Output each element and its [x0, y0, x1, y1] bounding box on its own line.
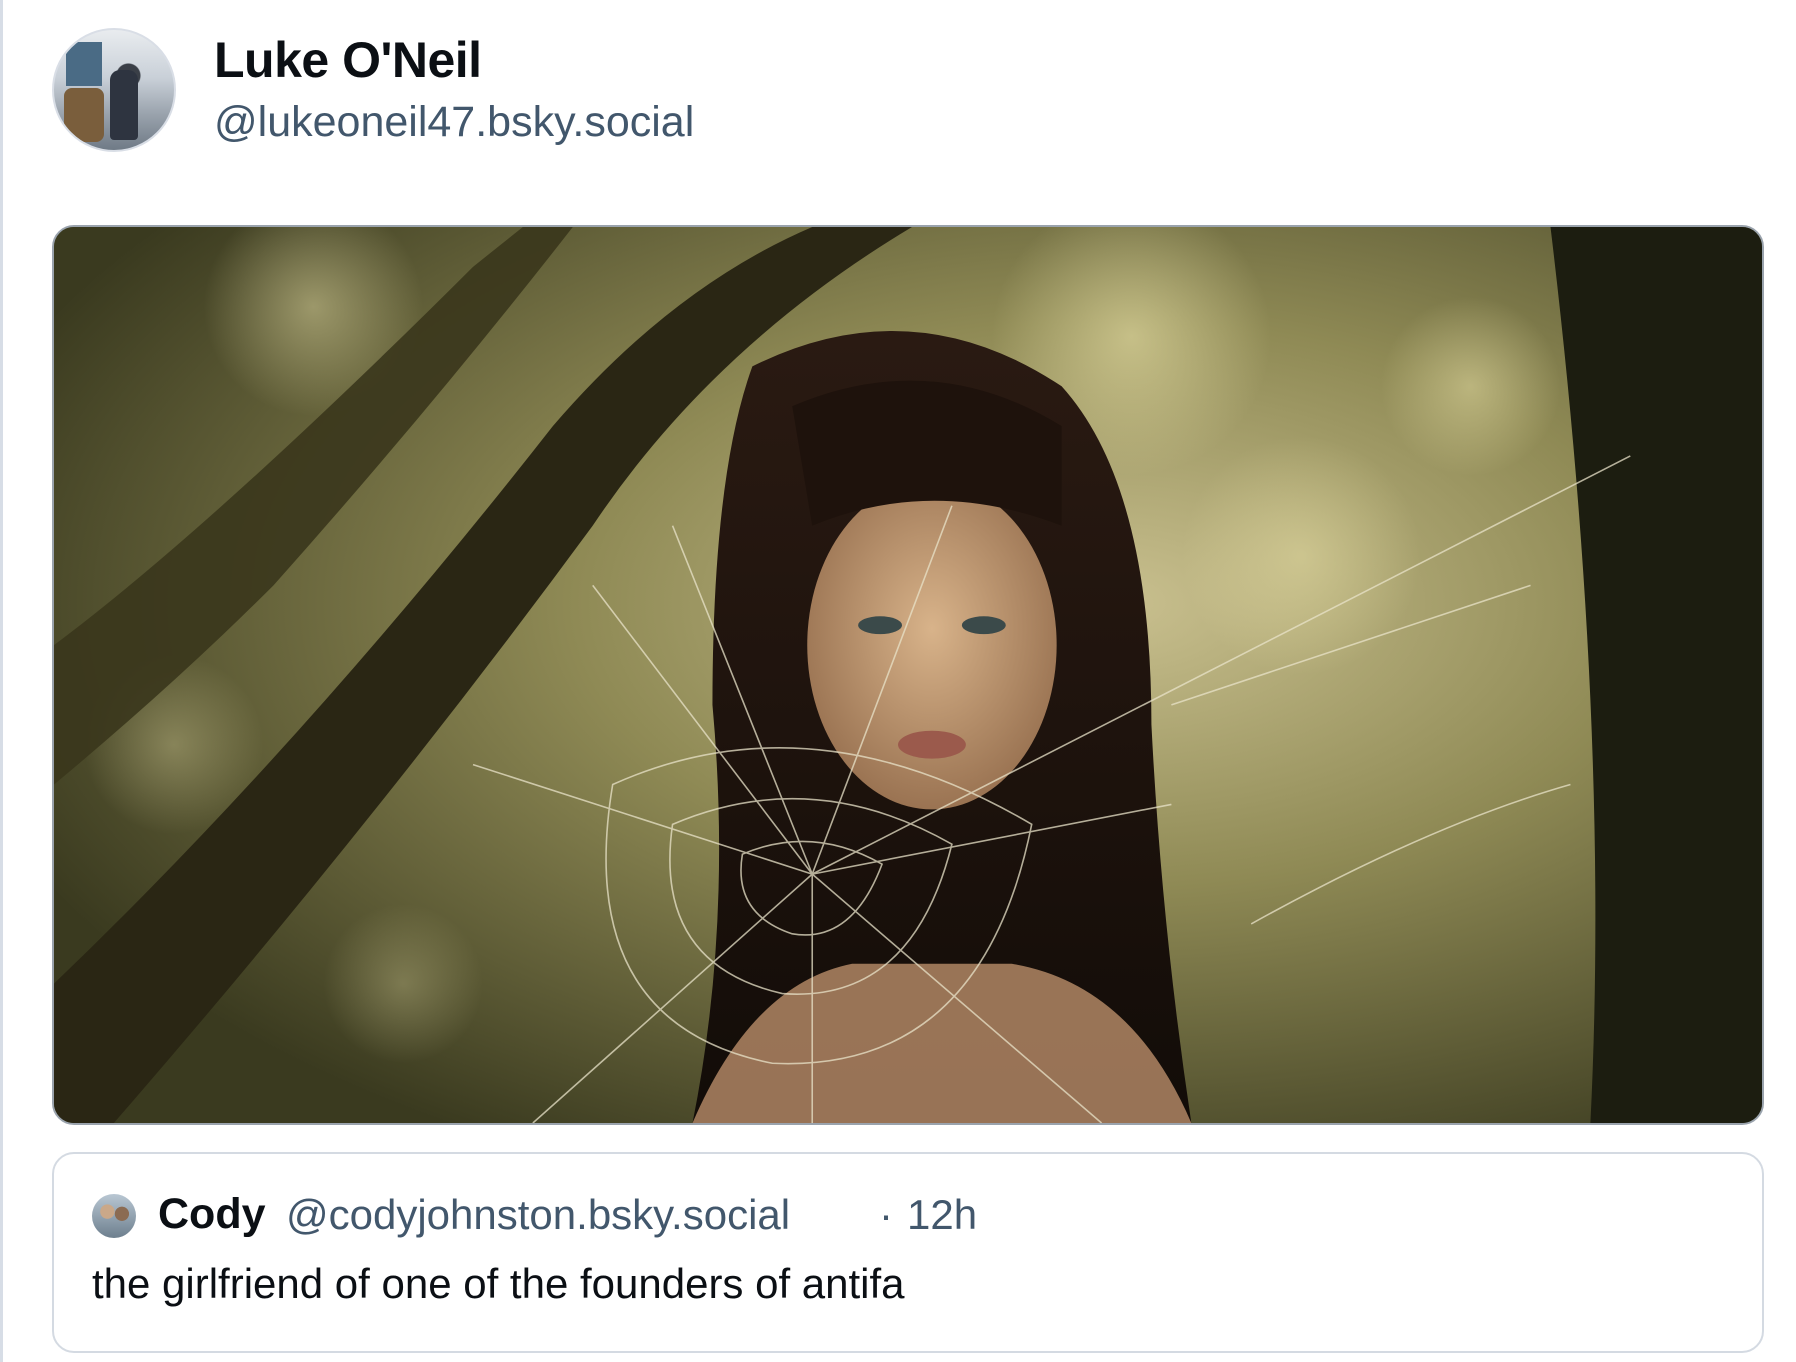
- quote-author-avatar[interactable]: [92, 1194, 136, 1238]
- quote-separator: ·: [879, 1191, 893, 1238]
- avatar-detail: [110, 70, 138, 140]
- author-handle[interactable]: @lukeoneil47.bsky.social: [214, 98, 694, 147]
- quote-author-handle[interactable]: @codyjohnston.bsky.social: [286, 1191, 790, 1239]
- post-image[interactable]: [52, 225, 1764, 1125]
- photo-image: [54, 227, 1762, 1123]
- author-name[interactable]: Luke O'Neil: [214, 31, 482, 89]
- avatar-detail: [64, 88, 104, 142]
- avatar-detail: [66, 42, 102, 86]
- thread-rule: [0, 0, 3, 1362]
- quote-text: the girlfriend of one of the founders of…: [92, 1260, 905, 1307]
- author-avatar[interactable]: [52, 28, 176, 152]
- quote-author-name[interactable]: Cody: [158, 1190, 266, 1239]
- quote-card[interactable]: Cody @codyjohnston.bsky.social · 12h the…: [52, 1152, 1764, 1353]
- quote-timestamp[interactable]: 12h: [907, 1191, 977, 1239]
